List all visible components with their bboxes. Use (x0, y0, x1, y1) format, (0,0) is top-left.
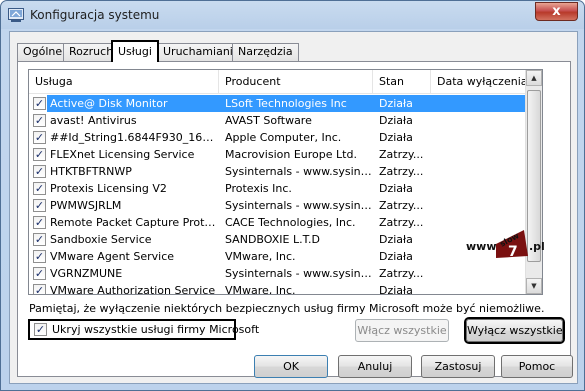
table-row[interactable]: ✓ VMware Authorization Service VMware, I… (29, 282, 526, 295)
list-rows: ✓ Active@ Disk Monitor LSoft Technologie… (29, 95, 526, 295)
column-header-status[interactable]: Stan (373, 70, 431, 94)
ok-button[interactable]: OK (254, 355, 328, 378)
table-row[interactable]: ✓ Protexis Licensing V2 Protexis Inc. Dz… (29, 180, 526, 197)
table-row[interactable]: ✓ Sandboxie Service SANDBOXIE L.T.D Dzia… (29, 231, 526, 248)
enable-all-button[interactable]: Włącz wszystkie (355, 319, 449, 342)
service-status: Działa (379, 131, 413, 144)
service-status: Działa (379, 114, 413, 127)
service-name: VMware Agent Service (50, 250, 175, 263)
service-status: Zatrzy... (379, 165, 424, 178)
tab-services[interactable]: Usługi (111, 40, 159, 62)
service-name: VMware Authorization Service (50, 284, 216, 295)
close-button[interactable]: x (535, 2, 578, 21)
watermark-number: 7 (508, 244, 518, 260)
service-checkbox[interactable]: ✓ (33, 199, 46, 212)
service-status: Działa (379, 284, 413, 295)
service-vendor: Apple Computer, Inc. (225, 131, 342, 144)
service-status: Działa (379, 250, 413, 263)
table-row[interactable]: ✓ HTKTBFTRNWP Sysinternals - www.sysint.… (29, 163, 526, 180)
system-configuration-window: Konfiguracja systemu x Ogólne Rozruch Us… (0, 0, 585, 391)
service-vendor: LSoft Technologies Inc (225, 97, 347, 110)
service-checkbox[interactable]: ✓ (33, 114, 46, 127)
disable-all-button[interactable]: Wyłącz wszystkie (466, 319, 563, 342)
service-vendor: VMware, Inc. (225, 284, 296, 295)
watermark-prefix: www. (466, 240, 500, 253)
service-status: Działa (379, 233, 413, 246)
title-bar[interactable]: Konfiguracja systemu x (1, 1, 584, 31)
column-header-service[interactable]: Usługa (29, 70, 219, 94)
checkbox-box[interactable]: ✓ (34, 323, 47, 336)
apply-button[interactable]: Zastosuj (421, 355, 495, 378)
microsoft-services-note: Pamiętaj, że wyłączenie niektórych bezpi… (29, 302, 545, 315)
table-row[interactable]: ✓ VMware Agent Service VMware, Inc. Dzia… (29, 248, 526, 265)
service-name: Sandboxie Service (50, 233, 152, 246)
cancel-button[interactable]: Anuluj (338, 355, 412, 378)
service-status: Działa (379, 97, 413, 110)
service-checkbox[interactable]: ✓ (33, 165, 46, 178)
service-checkbox[interactable]: ✓ (33, 216, 46, 229)
table-row[interactable]: ✓ ##Id_String1.6844F930_1628_... Apple C… (29, 129, 526, 146)
service-vendor: VMware, Inc. (225, 250, 296, 263)
service-vendor: Sysinternals - www.sysint... (225, 267, 375, 280)
service-checkbox[interactable]: ✓ (33, 250, 46, 263)
service-status: Zatrzy... (379, 148, 424, 161)
service-status: Zatrzy... (379, 199, 424, 212)
hide-microsoft-services-checkbox[interactable]: ✓ Ukryj wszystkie usługi firmy Microsoft (28, 319, 259, 340)
checkbox-label: Ukryj wszystkie usługi firmy Microsoft (52, 323, 260, 336)
watermark-suffix: .pl (529, 240, 545, 253)
service-vendor: AVAST Software (225, 114, 312, 127)
list-header: Usługa Producent Stan Data wyłączenia (29, 70, 526, 94)
service-vendor: CACE Technologies, Inc. (225, 216, 356, 229)
column-header-disabled-date[interactable]: Data wyłączenia (431, 70, 526, 94)
services-panel: Usługa Producent Stan Data wyłączenia ✓ … (17, 61, 571, 377)
service-checkbox[interactable]: ✓ (33, 148, 46, 161)
table-row[interactable]: ✓ avast! Antivirus AVAST Software Działa (29, 112, 526, 129)
scroll-down-arrow-icon[interactable]: ▼ (526, 278, 542, 294)
service-checkbox[interactable]: ✓ (33, 267, 46, 280)
table-row[interactable]: ✓ PWMWSJRLM Sysinternals - www.sysint...… (29, 197, 526, 214)
help-button[interactable]: Pomoc (501, 355, 573, 378)
service-checkbox[interactable]: ✓ (33, 182, 46, 195)
service-name: Active@ Disk Monitor (50, 97, 168, 110)
service-name: Remote Packet Capture Protocol... (50, 216, 220, 229)
table-row[interactable]: ✓ Active@ Disk Monitor LSoft Technologie… (29, 95, 526, 112)
slow7-watermark-logo: www. slow 7 .pl (466, 230, 545, 260)
tab-tools[interactable]: Narzędzia (232, 43, 299, 61)
service-vendor: SANDBOXIE L.T.D (225, 233, 320, 246)
service-checkbox[interactable]: ✓ (33, 131, 46, 144)
service-vendor: Sysinternals - www.sysint... (225, 199, 375, 212)
service-name: Protexis Licensing V2 (50, 182, 167, 195)
table-row[interactable]: ✓ VGRNZMUNE Sysinternals - www.sysint...… (29, 265, 526, 282)
service-checkbox[interactable]: ✓ (33, 284, 46, 294)
window-title: Konfiguracja systemu (30, 8, 160, 22)
service-name: HTKTBFTRNWP (50, 165, 132, 178)
service-name: VGRNZMUNE (50, 267, 123, 280)
msconfig-icon (8, 8, 24, 22)
scroll-up-arrow-icon[interactable]: ▲ (526, 70, 542, 86)
table-row[interactable]: ✓ FLEXnet Licensing Service Macrovision … (29, 146, 526, 163)
column-header-vendor[interactable]: Producent (219, 70, 373, 94)
service-vendor: Macrovision Europe Ltd. (225, 148, 357, 161)
service-status: Zatrzy... (379, 267, 424, 280)
service-name: avast! Antivirus (50, 114, 137, 127)
table-row[interactable]: ✓ Remote Packet Capture Protocol... CACE… (29, 214, 526, 231)
service-checkbox[interactable]: ✓ (33, 233, 46, 246)
service-vendor: Sysinternals - www.sysint... (225, 165, 375, 178)
service-name: FLEXnet Licensing Service (50, 148, 195, 161)
service-status: Działa (379, 182, 413, 195)
tab-general[interactable]: Ogólne (17, 43, 69, 61)
service-status: Zatrzy... (379, 216, 424, 229)
service-checkbox[interactable]: ✓ (33, 97, 46, 110)
service-name: ##Id_String1.6844F930_1628_... (50, 131, 220, 144)
dialog-client-area: Ogólne Rozruch Usługi Uruchamianie Narzę… (9, 31, 578, 384)
service-name: PWMWSJRLM (50, 199, 122, 212)
service-vendor: Protexis Inc. (225, 182, 292, 195)
